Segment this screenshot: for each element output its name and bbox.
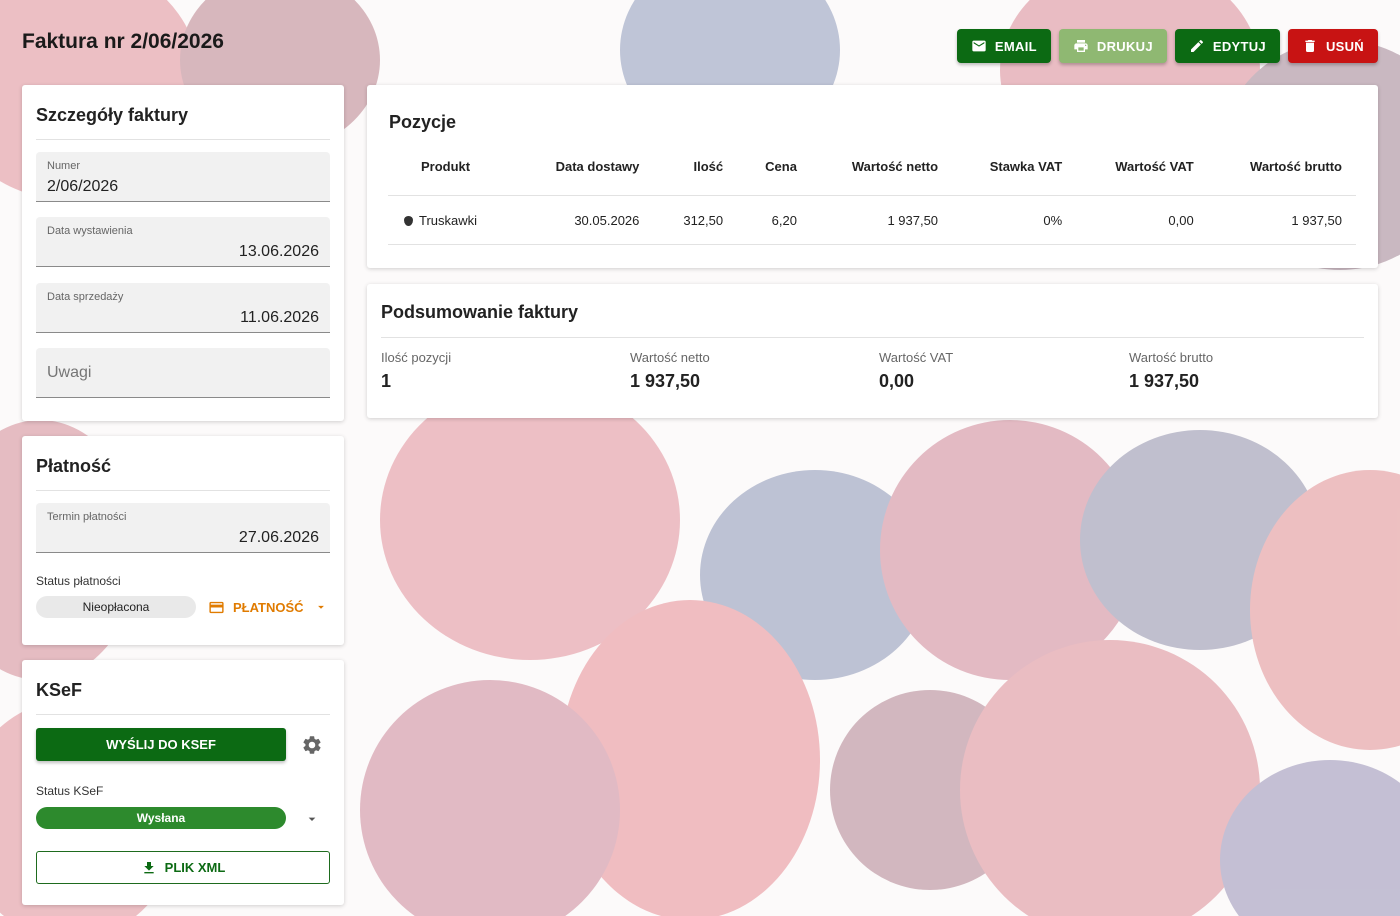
table-header-row: Produkt Data dostawy Ilość Cena Wartość …	[388, 137, 1356, 196]
col-qty[interactable]: Ilość	[653, 137, 738, 196]
ksef-status-label: Status KSeF	[36, 784, 104, 798]
ksef-status-value: Wysłana	[136, 811, 186, 825]
payment-menu-button[interactable]: PŁATNOŚĆ	[208, 596, 328, 618]
divider	[381, 337, 1364, 338]
delete-button-label: USUŃ	[1325, 38, 1364, 54]
summary-values: Ilość pozycji 1 Wartość netto 1 937,50 W…	[381, 350, 1364, 400]
summary-count-label: Ilość pozycji	[381, 350, 452, 365]
col-net[interactable]: Wartość netto	[810, 137, 953, 196]
col-price[interactable]: Cena	[737, 137, 811, 196]
summary-count: Ilość pozycji 1	[381, 350, 451, 392]
product-name: Truskawki	[419, 212, 478, 228]
print-button[interactable]: DRUKUJ	[1058, 29, 1167, 63]
trash-icon	[1305, 40, 1315, 52]
divider	[36, 490, 330, 491]
cell-qty: 312,50	[653, 195, 738, 245]
cell-net: 1 937,50	[810, 195, 953, 245]
issue-date-label: Data wystawienia	[47, 225, 133, 237]
summary-net: Wartość netto 1 937,50	[630, 350, 710, 392]
print-button-label: DRUKUJ	[1096, 38, 1153, 54]
notes-placeholder: Uwagi	[47, 364, 92, 381]
payment-status-chip: Nieopłacona	[36, 596, 196, 618]
send-to-ksef-button[interactable]: WYŚLIJ DO KSEF	[36, 728, 286, 761]
cell-vat: 0,00	[1076, 195, 1208, 245]
positions-title: Pozycje	[389, 112, 457, 132]
payment-title: Płatność	[36, 456, 112, 476]
payment-due-field[interactable]: Termin płatności 27.06.2026	[36, 503, 330, 553]
invoice-details-title: Szczegóły faktury	[36, 105, 189, 125]
download-icon	[143, 861, 154, 873]
summary-gross-label: Wartość brutto	[1129, 350, 1214, 365]
cell-gross: 1 937,50	[1207, 195, 1356, 245]
invoice-details-card: Szczegóły faktury Numer 2/06/2026 Data w…	[22, 85, 344, 421]
pencil-icon	[1190, 39, 1203, 52]
summary-gross-value: 1 937,50	[1129, 371, 1200, 391]
number-value: 2/06/2026	[47, 178, 119, 195]
payment-status-label: Status płatności	[36, 574, 121, 588]
xml-file-button[interactable]: PLIK XML	[36, 851, 330, 884]
col-vat-rate[interactable]: Stawka VAT	[952, 137, 1077, 196]
edit-button-label: EDYTUJ	[1212, 38, 1266, 54]
summary-count-value: 1	[381, 371, 392, 391]
summary-vat-value: 0,00	[879, 371, 915, 391]
positions-card: Pozycje Produkt Data dostawy Ilość Cena …	[367, 85, 1378, 268]
email-button-label: EMAIL	[994, 38, 1037, 54]
payment-card: Płatność Termin płatności 27.06.2026 Sta…	[22, 436, 344, 645]
col-vat[interactable]: Wartość VAT	[1076, 137, 1208, 196]
printer-icon	[1074, 40, 1088, 52]
cell-vat-rate: 0%	[952, 195, 1077, 245]
col-gross[interactable]: Wartość brutto	[1207, 137, 1356, 196]
credit-card-icon	[209, 601, 224, 613]
number-label: Numer	[47, 160, 81, 172]
divider	[36, 139, 330, 140]
cell-delivery: 30.05.2026	[515, 195, 654, 245]
strawberry-icon	[404, 215, 413, 226]
positions-table: Produkt Data dostawy Ilość Cena Wartość …	[388, 137, 1356, 245]
cell-price: 6,20	[737, 195, 811, 245]
table-row[interactable]: Truskawki 30.05.2026 312,50 6,20 1 937,5…	[388, 195, 1356, 245]
col-product[interactable]: Produkt	[388, 137, 516, 196]
issue-date-value: 13.06.2026	[238, 243, 319, 260]
issue-date-field[interactable]: Data wystawienia 13.06.2026	[36, 217, 330, 267]
email-button[interactable]: EMAIL	[956, 29, 1051, 63]
mail-icon	[972, 40, 986, 52]
col-delivery[interactable]: Data dostawy	[515, 137, 654, 196]
invoice-summary-card: Podsumowanie faktury Ilość pozycji 1 War…	[367, 284, 1378, 418]
send-to-ksef-label: WYŚLIJ DO KSEF	[106, 737, 216, 752]
summary-gross: Wartość brutto 1 937,50	[1129, 350, 1213, 392]
summary-vat-label: Wartość VAT	[879, 350, 954, 365]
summary-title: Podsumowanie faktury	[381, 302, 579, 322]
summary-vat: Wartość VAT 0,00	[879, 350, 953, 392]
payment-due-value: 27.06.2026	[238, 529, 319, 546]
caret-down-icon	[317, 605, 324, 609]
sale-date-label: Data sprzedaży	[47, 291, 124, 303]
divider	[36, 714, 330, 715]
payment-due-label: Termin płatności	[47, 511, 127, 523]
sale-date-field[interactable]: Data sprzedaży 11.06.2026	[36, 283, 330, 333]
invoice-actions: EMAIL DRUKUJ EDYTUJ USUŃ	[956, 29, 1378, 63]
edit-button[interactable]: EDYTUJ	[1174, 29, 1280, 63]
ksef-card: KSeF WYŚLIJ DO KSEF Status KSeF Wysłana …	[22, 660, 344, 905]
ksef-title: KSeF	[36, 680, 83, 700]
number-field[interactable]: Numer 2/06/2026	[36, 152, 330, 202]
ksef-status-chip[interactable]: Wysłana	[36, 807, 286, 829]
notes-field[interactable]: Uwagi	[36, 348, 330, 398]
xml-file-label: PLIK XML	[164, 860, 226, 875]
summary-net-label: Wartość netto	[630, 350, 710, 365]
cell-product: Truskawki	[388, 195, 516, 245]
delete-button[interactable]: USUŃ	[1287, 29, 1378, 63]
payment-status-value: Nieopłacona	[82, 600, 150, 614]
settings-gear-icon[interactable]	[301, 734, 323, 756]
summary-net-value: 1 937,50	[630, 371, 701, 391]
page-title: Faktura nr 2/06/2026	[22, 30, 224, 53]
payment-menu-label: PŁATNOŚĆ	[233, 599, 304, 615]
caret-down-icon[interactable]	[304, 811, 320, 827]
sale-date-value: 11.06.2026	[240, 309, 319, 326]
